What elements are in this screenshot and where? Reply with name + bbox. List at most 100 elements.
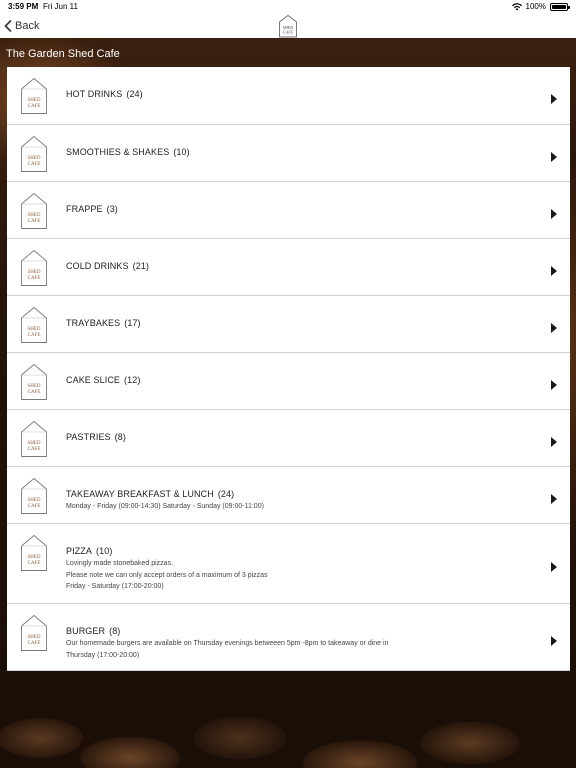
description-line: Lovingly made stonebaked pizzas. (66, 560, 174, 567)
page-title: The Garden Shed Cafe (6, 48, 120, 60)
chevron-right-icon (551, 635, 557, 646)
svg-text:CAFE: CAFE (28, 219, 41, 224)
chevron-left-icon (4, 20, 12, 32)
category-count: (10) (173, 147, 190, 157)
category-name: HOT DRINKS (24) (66, 89, 530, 99)
category-name: TAKEAWAY BREAKFAST & LUNCH (24) (66, 489, 530, 499)
svg-text:SHED: SHED (27, 498, 40, 503)
chevron-right-icon (551, 151, 557, 162)
category-count: (3) (106, 204, 118, 214)
category-title: BURGER (66, 626, 106, 636)
category-name: PIZZA (10) (66, 546, 530, 556)
chevron-right-icon (551, 379, 557, 390)
category-name: BURGER (8) (66, 626, 530, 636)
category-text: CAKE SLICE (12) (66, 375, 530, 385)
category-text: FRAPPE (3) (66, 204, 530, 214)
svg-text:SHED: SHED (27, 213, 40, 218)
category-title: COLD DRINKS (66, 261, 129, 271)
category-row[interactable]: SHED CAFE HOT DRINKS (24) (7, 67, 570, 125)
svg-text:SHED: SHED (27, 270, 40, 275)
svg-text:CAFE: CAFE (28, 641, 41, 646)
category-text: TRAYBAKES (17) (66, 318, 530, 328)
shed-cafe-thumbnail: SHED CAFE (21, 306, 47, 343)
description-line: Thursday (17:00-20:00) (66, 651, 140, 659)
category-name: FRAPPE (3) (66, 204, 530, 214)
category-row[interactable]: SHED CAFE PASTRIES (8) (7, 410, 570, 467)
status-bar: 3:59 PM Fri Jun 11 100% (0, 0, 576, 14)
category-count: (17) (124, 318, 141, 328)
svg-text:SHED: SHED (27, 555, 40, 560)
category-name: CAKE SLICE (12) (66, 375, 530, 385)
svg-text:CAFE: CAFE (28, 333, 41, 338)
category-row[interactable]: SHED CAFE FRAPPE (3) (7, 182, 570, 239)
status-time: 3:59 PM (8, 2, 39, 11)
svg-text:CAFE: CAFE (28, 276, 41, 281)
category-row[interactable]: SHED CAFE SMOOTHIES & SHAKES (10) (7, 125, 570, 182)
chevron-right-icon (551, 562, 557, 572)
category-description: Our homemade burgers are available on Th… (66, 638, 530, 661)
category-row[interactable]: SHED CAFE PIZZA (10) Lovingly made stoneb… (7, 524, 570, 604)
svg-text:CAFE: CAFE (283, 30, 294, 35)
svg-text:CAFE: CAFE (28, 162, 41, 167)
chevron-right-icon (551, 436, 557, 447)
category-text: COLD DRINKS (21) (66, 261, 530, 271)
category-name: TRAYBAKES (17) (66, 318, 530, 328)
chevron-right-icon (551, 208, 557, 219)
svg-text:SHED: SHED (27, 98, 40, 103)
category-text: PIZZA (10) Lovingly made stonebaked pizza… (66, 546, 530, 593)
chevron-right-icon (551, 94, 557, 104)
category-count: (10) (96, 546, 113, 556)
shed-cafe-thumbnail: SHED CAFE (21, 477, 47, 514)
category-title: TAKEAWAY BREAKFAST & LUNCH (66, 489, 214, 499)
svg-text:SHED: SHED (27, 635, 40, 640)
category-text: TAKEAWAY BREAKFAST & LUNCH (24) Monday - … (66, 489, 530, 513)
status-indicators: 100% (511, 2, 570, 11)
category-row[interactable]: SHED CAFE TAKEAWAY BREAKFAST & LUNCH (24)… (7, 467, 570, 524)
category-row[interactable]: SHED CAFE CAKE SLICE (12) (7, 353, 570, 410)
navigation-bar: Back SHED CAFE (0, 14, 576, 38)
shed-cafe-logo: SHED CAFE (279, 14, 297, 38)
category-row[interactable]: SHED CAFE TRAYBAKES (17) (7, 296, 570, 353)
category-text: PASTRIES (8) (66, 432, 530, 442)
description-line: Our homemade burgers are available on Th… (66, 640, 389, 647)
category-name: COLD DRINKS (21) (66, 261, 530, 271)
chevron-right-icon (551, 493, 557, 504)
category-count: (24) (126, 89, 143, 99)
svg-text:CAFE: CAFE (28, 104, 41, 109)
category-title: TRAYBAKES (66, 318, 121, 328)
shed-cafe-thumbnail: SHED CAFE (21, 420, 47, 457)
category-text: SMOOTHIES & SHAKES (10) (66, 147, 530, 157)
category-text: HOT DRINKS (24) (66, 89, 530, 99)
description-line: Monday - Friday (09:00-14:30) Saturday -… (66, 503, 264, 510)
category-text: BURGER (8) Our homemade burgers are avail… (66, 626, 530, 661)
description-line: Please note we can only accept orders of… (66, 571, 268, 579)
svg-text:SHED: SHED (27, 327, 40, 332)
chevron-right-icon (551, 322, 557, 333)
shed-cafe-thumbnail: SHED CAFE (21, 363, 47, 400)
svg-text:SHED: SHED (27, 441, 40, 446)
category-count: (8) (114, 432, 126, 442)
svg-text:CAFE: CAFE (28, 561, 41, 566)
chevron-right-icon (551, 265, 557, 276)
category-description: Monday - Friday (09:00-14:30) Saturday -… (66, 501, 530, 513)
category-description: Lovingly made stonebaked pizzas. Please n… (66, 558, 530, 593)
category-row[interactable]: SHED CAFE COLD DRINKS (21) (7, 239, 570, 296)
wifi-icon (511, 2, 522, 10)
svg-text:CAFE: CAFE (28, 447, 41, 452)
shed-cafe-thumbnail: SHED CAFE (21, 77, 47, 114)
category-row[interactable]: SHED CAFE BURGER (8) Our homemade burgers… (7, 604, 570, 671)
shed-cafe-thumbnail: SHED CAFE (21, 249, 47, 286)
description-line: Friday - Saturday (17:00-20:00) (66, 583, 164, 590)
category-title: PIZZA (66, 546, 93, 556)
svg-text:CAFE: CAFE (28, 504, 41, 509)
category-title: PASTRIES (66, 432, 111, 442)
shed-cafe-thumbnail: SHED CAFE (21, 614, 47, 651)
category-title: SMOOTHIES & SHAKES (66, 147, 170, 157)
category-title: HOT DRINKS (66, 89, 123, 99)
category-name: PASTRIES (8) (66, 432, 530, 442)
back-label: Back (15, 20, 40, 32)
back-button[interactable]: Back (4, 18, 39, 34)
category-title: FRAPPE (66, 204, 103, 214)
svg-text:SHED: SHED (27, 384, 40, 389)
category-count: (21) (132, 261, 150, 271)
